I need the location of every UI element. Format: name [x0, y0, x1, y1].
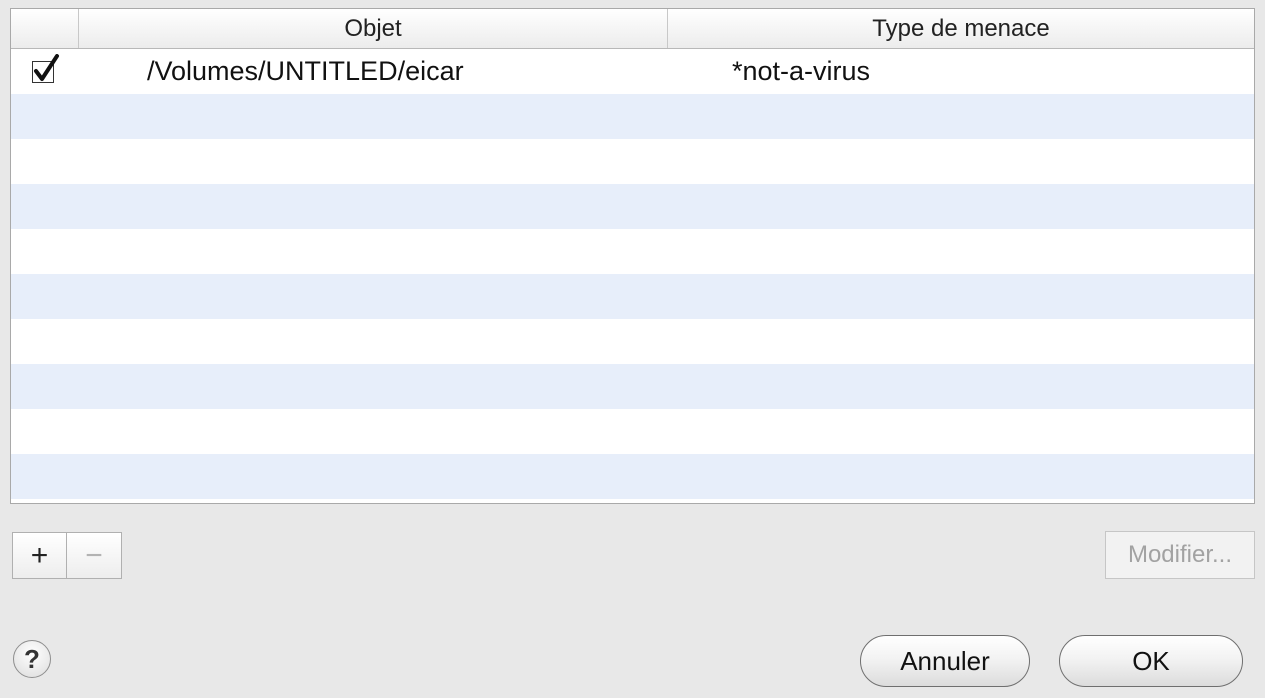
- add-button[interactable]: +: [13, 533, 67, 578]
- exclusion-checkbox[interactable]: [32, 53, 59, 83]
- column-header-check[interactable]: [11, 9, 79, 48]
- table-row-empty: [11, 274, 1254, 319]
- remove-button[interactable]: −: [67, 533, 121, 578]
- table-row-empty: [11, 184, 1254, 229]
- column-header-object[interactable]: Objet: [79, 9, 668, 48]
- help-button[interactable]: ?: [13, 640, 51, 678]
- checkmark-icon: [34, 53, 59, 81]
- table-row-empty: [11, 364, 1254, 409]
- row-object-cell: /Volumes/UNTITLED/eicar: [147, 56, 464, 86]
- cancel-button[interactable]: Annuler: [860, 635, 1030, 687]
- table-row-empty: [11, 139, 1254, 184]
- table-row-empty: [11, 94, 1254, 139]
- ok-button[interactable]: OK: [1059, 635, 1243, 687]
- table-body: /Volumes/UNTITLED/eicar *not-a-virus: [11, 49, 1254, 499]
- row-threat-cell: *not-a-virus: [732, 56, 871, 86]
- table-header: Objet Type de menace: [11, 9, 1254, 49]
- table-row-empty: [11, 454, 1254, 499]
- modify-button[interactable]: Modifier...: [1105, 531, 1255, 579]
- table-row-empty: [11, 229, 1254, 274]
- column-header-threat-type[interactable]: Type de menace: [668, 9, 1254, 48]
- table-row[interactable]: /Volumes/UNTITLED/eicar *not-a-virus: [11, 49, 1254, 94]
- row-check-cell: [11, 53, 79, 83]
- table-row-empty: [11, 409, 1254, 454]
- add-remove-group: + −: [12, 532, 122, 579]
- table-row-empty: [11, 319, 1254, 364]
- help-icon: ?: [24, 643, 40, 674]
- exclusions-dialog: Objet Type de menace /Volumes/UNTITLED/e…: [0, 0, 1265, 698]
- exclusions-table: Objet Type de menace /Volumes/UNTITLED/e…: [10, 8, 1255, 504]
